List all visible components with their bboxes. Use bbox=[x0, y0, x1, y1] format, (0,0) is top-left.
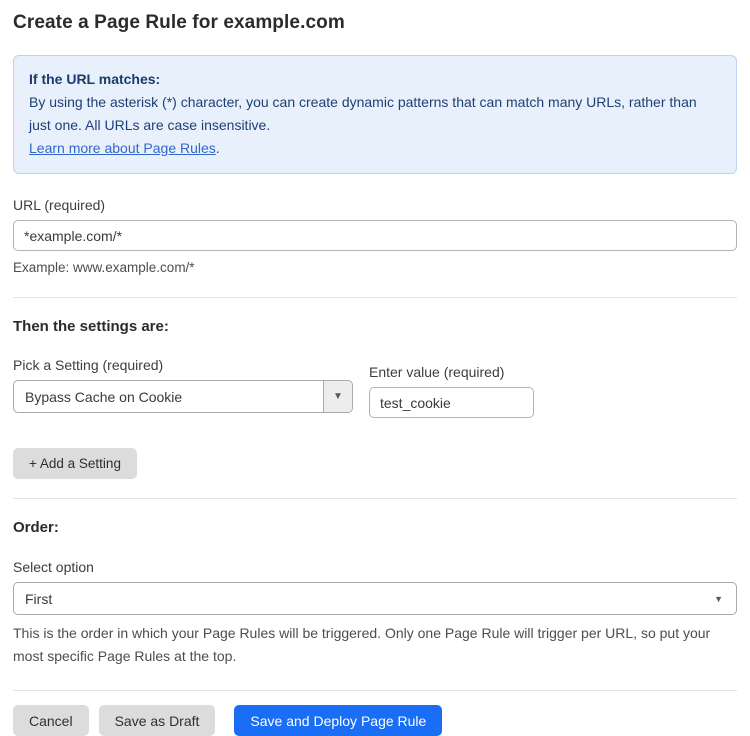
divider bbox=[13, 690, 737, 691]
order-select-value: First bbox=[25, 591, 52, 607]
divider bbox=[13, 498, 737, 499]
learn-more-link[interactable]: Learn more about Page Rules bbox=[29, 140, 216, 156]
link-suffix: . bbox=[216, 140, 220, 156]
add-setting-button[interactable]: + Add a Setting bbox=[13, 448, 137, 479]
url-helper-text: Example: www.example.com/* bbox=[13, 257, 737, 278]
footer-actions: Cancel Save as Draft Save and Deploy Pag… bbox=[13, 705, 737, 736]
save-and-deploy-button[interactable]: Save and Deploy Page Rule bbox=[234, 705, 442, 736]
order-select-label: Select option bbox=[13, 559, 737, 575]
order-section-heading: Order: bbox=[13, 519, 737, 536]
cancel-button[interactable]: Cancel bbox=[13, 705, 89, 736]
setting-dropdown-value: Bypass Cache on Cookie bbox=[14, 381, 323, 412]
url-field-label: URL (required) bbox=[13, 197, 737, 213]
settings-section-heading: Then the settings are: bbox=[13, 318, 737, 335]
url-match-info-box: If the URL matches: By using the asteris… bbox=[13, 55, 737, 174]
settings-row: Pick a Setting (required) Bypass Cache o… bbox=[13, 335, 737, 418]
divider bbox=[13, 297, 737, 298]
info-box-body: By using the asterisk (*) character, you… bbox=[29, 91, 721, 137]
save-as-draft-button[interactable]: Save as Draft bbox=[99, 705, 216, 736]
setting-picker-column: Pick a Setting (required) Bypass Cache o… bbox=[13, 335, 353, 413]
info-box-heading: If the URL matches: bbox=[29, 68, 721, 91]
chevron-down-icon: ▼ bbox=[714, 594, 723, 604]
setting-dropdown[interactable]: Bypass Cache on Cookie ▼ bbox=[13, 380, 353, 413]
setting-picker-label: Pick a Setting (required) bbox=[13, 357, 353, 373]
url-input[interactable] bbox=[13, 220, 737, 251]
page-title: Create a Page Rule for example.com bbox=[13, 0, 737, 34]
dropdown-arrow-button[interactable]: ▼ bbox=[323, 381, 352, 412]
order-helper-text: This is the order in which your Page Rul… bbox=[13, 622, 737, 668]
setting-value-column: Enter value (required) bbox=[369, 342, 534, 418]
chevron-down-icon: ▼ bbox=[333, 391, 343, 402]
page-rule-form: Create a Page Rule for example.com If th… bbox=[0, 0, 750, 736]
info-box-link-line: Learn more about Page Rules. bbox=[29, 137, 721, 160]
setting-value-input[interactable] bbox=[369, 387, 534, 418]
order-select[interactable]: First ▼ bbox=[13, 582, 737, 615]
setting-value-label: Enter value (required) bbox=[369, 364, 534, 380]
